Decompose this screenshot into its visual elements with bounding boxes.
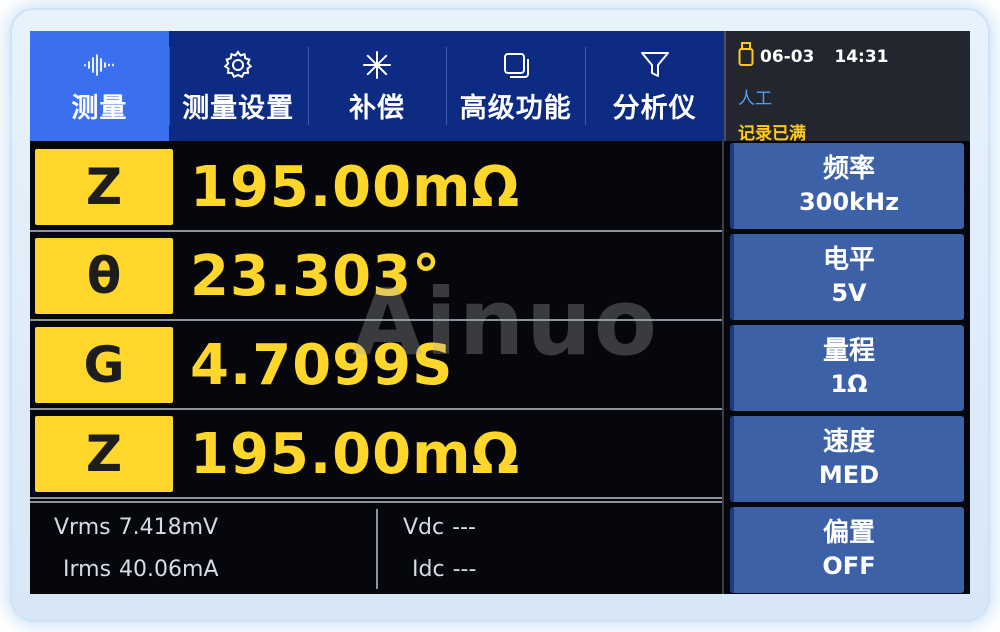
measurement-value: 4.7099S	[190, 333, 454, 398]
status-date: 06-03	[760, 46, 815, 67]
tab-measure[interactable]: 测量	[30, 31, 169, 141]
tab-label: 分析仪	[612, 92, 697, 124]
irms-label: Irms	[63, 557, 112, 582]
param-key[interactable]: Z	[35, 416, 173, 492]
softkey-title: 量程	[822, 336, 875, 366]
asterisk-icon	[362, 48, 392, 82]
monitor-panel: Vrms 7.418mV Irms 40.06mA Vdc --- Idc --…	[30, 501, 724, 594]
tab-label: 高级功能	[459, 92, 572, 124]
softkey-value: 300kHz	[798, 188, 900, 216]
tab-analyzer[interactable]: 分析仪	[585, 31, 724, 141]
usb-drive-icon	[738, 41, 754, 72]
tab-advanced-functions[interactable]: 高级功能	[446, 31, 585, 141]
tab-compensation[interactable]: 补偿	[307, 31, 447, 141]
frequency-softkey[interactable]: 频率 300kHz	[730, 143, 964, 229]
idc-label: Idc	[412, 557, 445, 582]
waveform-icon	[81, 48, 117, 82]
status-time: 14:31	[834, 46, 889, 67]
measurement-row: Z 195.00mΩ	[30, 410, 724, 499]
softkey-value: OFF	[822, 552, 876, 580]
monitor-divider	[376, 509, 378, 589]
vrms-label: Vrms	[54, 515, 111, 540]
softkey-title: 速度	[822, 427, 875, 457]
layers-icon	[501, 48, 531, 82]
vdc-value: ---	[452, 515, 476, 540]
param-key[interactable]: θ	[35, 238, 173, 314]
filter-icon	[639, 48, 671, 82]
measurement-row: θ 23.303°	[30, 232, 724, 321]
instrument-screen: 测量 测量设置 补偿 高级功能 分析仪 06-03 14:31 人工 记录已满 …	[30, 31, 970, 594]
softkey-title: 频率	[822, 154, 875, 184]
param-key[interactable]: G	[35, 327, 173, 403]
gear-icon	[222, 48, 254, 82]
vdc-readout: Vdc ---	[403, 515, 476, 540]
tab-measure-settings[interactable]: 测量设置	[168, 31, 308, 141]
softkey-panel: 频率 300kHz 电平 5V 量程 1Ω 速度 MED 偏置 OFF	[730, 143, 964, 594]
softkey-title: 偏置	[822, 518, 875, 548]
tab-label: 测量设置	[182, 92, 295, 124]
vrms-readout: Vrms 7.418mV	[54, 515, 218, 540]
softkey-value: MED	[818, 461, 880, 489]
speed-softkey[interactable]: 速度 MED	[730, 416, 964, 502]
vdc-label: Vdc	[403, 515, 445, 540]
measurement-display: Z 195.00mΩ θ 23.303° G 4.7099S Z 195.00m…	[30, 143, 724, 499]
bias-softkey[interactable]: 偏置 OFF	[730, 507, 964, 593]
param-key[interactable]: Z	[35, 149, 173, 225]
idc-value: ---	[452, 557, 477, 582]
softkey-value: 1Ω	[830, 370, 868, 398]
vrms-value: 7.418mV	[118, 515, 219, 540]
irms-readout: Irms 40.06mA	[63, 557, 219, 582]
level-softkey[interactable]: 电平 5V	[730, 234, 964, 320]
top-navigation: 测量 测量设置 补偿 高级功能 分析仪	[30, 31, 724, 141]
measurement-row: Z 195.00mΩ	[30, 143, 724, 232]
panel-divider	[722, 141, 724, 594]
softkey-title: 电平	[822, 245, 875, 275]
measurement-value: 195.00mΩ	[190, 155, 521, 220]
trigger-mode: 人工	[738, 89, 772, 109]
status-panel: 06-03 14:31 人工 记录已满	[724, 31, 970, 144]
measurement-value: 23.303°	[190, 244, 442, 309]
tab-label: 测量	[71, 92, 128, 124]
range-softkey[interactable]: 量程 1Ω	[730, 325, 964, 411]
measurement-row: G 4.7099S	[30, 321, 724, 410]
idc-readout: Idc ---	[412, 557, 476, 582]
softkey-value: 5V	[831, 279, 867, 307]
tab-label: 补偿	[348, 92, 405, 124]
measurement-value: 195.00mΩ	[190, 422, 521, 487]
irms-value: 40.06mA	[119, 557, 219, 582]
record-status: 记录已满	[738, 124, 806, 144]
